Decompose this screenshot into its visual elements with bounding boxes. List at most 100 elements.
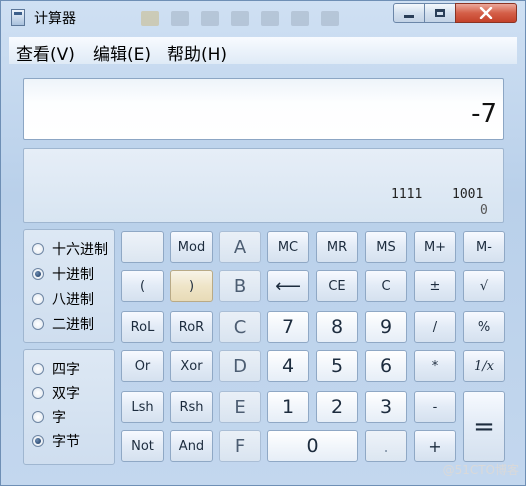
plus-minus-button[interactable]: ±: [414, 270, 456, 302]
and-button[interactable]: And: [170, 430, 213, 462]
radio-circle: [32, 411, 44, 423]
radio-label: 八进制: [52, 292, 94, 308]
radio-label: 字: [52, 410, 66, 426]
toolbar-ghost-icon: [171, 11, 189, 26]
toolbar-ghost-icon: [201, 11, 219, 26]
m-minus-button[interactable]: M-: [463, 231, 505, 263]
toolbar-ghost-icon: [291, 11, 309, 26]
radio-circle: [32, 387, 44, 399]
blank-key: [121, 231, 164, 263]
subtract-button[interactable]: -: [414, 391, 456, 423]
bit-group: 1111: [391, 187, 423, 202]
digit-4-button[interactable]: 4: [267, 350, 309, 382]
hex-b-button[interactable]: B: [219, 270, 261, 302]
toolbar-ghost-icon: [321, 11, 339, 26]
close-icon: [479, 7, 493, 19]
digit-5-button[interactable]: 5: [316, 350, 358, 382]
radio-circle: [32, 363, 44, 375]
radio-circle: [32, 293, 44, 305]
menu-bar: 查看(V) 编辑(E) 帮助(H): [9, 37, 517, 65]
add-button[interactable]: +: [414, 430, 456, 462]
not-button[interactable]: Not: [121, 430, 164, 462]
calculator-app-icon: [11, 9, 25, 26]
mc-button[interactable]: MC: [267, 231, 309, 263]
radio-byte[interactable]: 字节: [32, 431, 80, 451]
radio-label: 十进制: [52, 267, 94, 283]
backspace-button[interactable]: ⟵: [267, 270, 309, 302]
radio-label: 十六进制: [52, 242, 108, 258]
minimize-button[interactable]: [393, 3, 425, 23]
divide-button[interactable]: /: [414, 311, 456, 343]
ms-button[interactable]: MS: [365, 231, 407, 263]
mod-button[interactable]: Mod: [170, 231, 213, 263]
sqrt-button[interactable]: √: [463, 270, 505, 302]
maximize-button[interactable]: [424, 3, 456, 23]
reciprocal-button[interactable]: 1/x: [463, 350, 505, 382]
radio-dword[interactable]: 双字: [32, 383, 80, 403]
bit-display-panel: 1111 1001 0: [23, 148, 504, 223]
multiply-button[interactable]: *: [414, 350, 456, 382]
hex-a-button[interactable]: A: [219, 231, 261, 263]
radio-circle: [32, 318, 44, 330]
close-button[interactable]: [455, 3, 517, 23]
window-title: 计算器: [34, 11, 76, 27]
right-paren-button[interactable]: ): [170, 270, 213, 302]
menu-edit[interactable]: 编辑(E): [93, 40, 151, 65]
hex-c-button[interactable]: C: [219, 311, 261, 343]
digit-8-button[interactable]: 8: [316, 311, 358, 343]
radio-circle: [32, 243, 44, 255]
title-bar: 计算器: [1, 1, 525, 35]
digit-0-button[interactable]: 0: [267, 430, 358, 462]
radio-circle-selected: [32, 435, 44, 447]
lsh-button[interactable]: Lsh: [121, 391, 164, 423]
menu-help[interactable]: 帮助(H): [167, 40, 227, 65]
radio-word[interactable]: 字: [32, 407, 66, 427]
toolbar-ghost-icon: [261, 11, 279, 26]
watermark: @51CTO博客: [442, 463, 519, 477]
equals-button[interactable]: =: [463, 391, 505, 462]
calculator-window: 计算器 查看(V) 编辑(E) 帮助(H) -7 1111 1001 0 十六进…: [0, 0, 526, 486]
toolbar-ghost-icon: [231, 11, 249, 26]
menu-view[interactable]: 查看(V): [16, 40, 75, 65]
display-value: -7: [471, 99, 497, 129]
hex-d-button[interactable]: D: [219, 350, 261, 382]
radio-label: 字节: [52, 434, 80, 450]
digit-7-button[interactable]: 7: [267, 311, 309, 343]
radio-label: 四字: [52, 362, 80, 378]
toolbar-ghost-icon: [141, 11, 159, 26]
digit-1-button[interactable]: 1: [267, 391, 309, 423]
rol-button[interactable]: RoL: [121, 311, 164, 343]
bit-group: 1001: [452, 187, 484, 202]
radio-bin[interactable]: 二进制: [32, 314, 94, 334]
hex-e-button[interactable]: E: [219, 391, 261, 423]
left-paren-button[interactable]: (: [121, 270, 164, 302]
percent-button[interactable]: %: [463, 311, 505, 343]
clear-button[interactable]: C: [365, 270, 407, 302]
radio-circle-selected: [32, 268, 44, 280]
hex-f-button[interactable]: F: [219, 430, 261, 462]
bit-position-label: 0: [480, 203, 488, 218]
minimize-icon: [404, 15, 414, 18]
radio-qword[interactable]: 四字: [32, 359, 80, 379]
radio-label: 双字: [52, 386, 80, 402]
rsh-button[interactable]: Rsh: [170, 391, 213, 423]
radio-label: 二进制: [52, 317, 94, 333]
radio-dec[interactable]: 十进制: [32, 264, 94, 284]
ror-button[interactable]: RoR: [170, 311, 213, 343]
or-button[interactable]: Or: [121, 350, 164, 382]
radio-hex[interactable]: 十六进制: [32, 239, 108, 259]
digit-3-button[interactable]: 3: [365, 391, 407, 423]
word-size-group: 四字 双字 字 字节: [23, 349, 115, 465]
number-base-group: 十六进制 十进制 八进制 二进制: [23, 229, 115, 343]
ce-button[interactable]: CE: [316, 270, 358, 302]
m-plus-button[interactable]: M+: [414, 231, 456, 263]
mr-button[interactable]: MR: [316, 231, 358, 263]
digit-9-button[interactable]: 9: [365, 311, 407, 343]
radio-oct[interactable]: 八进制: [32, 289, 94, 309]
maximize-icon: [435, 9, 445, 17]
decimal-button[interactable]: .: [365, 430, 407, 462]
xor-button[interactable]: Xor: [170, 350, 213, 382]
digit-6-button[interactable]: 6: [365, 350, 407, 382]
main-display: -7: [23, 78, 504, 140]
digit-2-button[interactable]: 2: [316, 391, 358, 423]
